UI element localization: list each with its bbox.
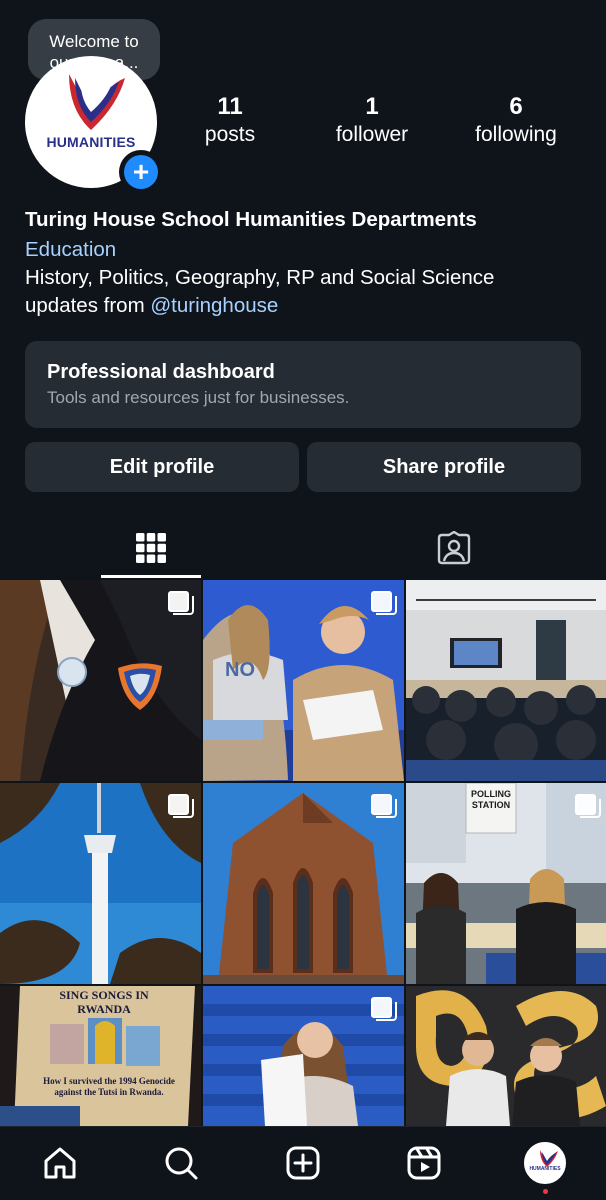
posts-label: posts — [204, 123, 256, 146]
profile-bio: Turing House School Humanities Departmen… — [25, 206, 585, 320]
home-icon — [44, 1147, 76, 1179]
dashboard-title: Professional dashboard — [47, 361, 275, 383]
post-tile-4[interactable] — [0, 783, 201, 984]
bottom-navigation-bar: HUMANITIES — [0, 1126, 606, 1200]
carousel-icon — [371, 794, 397, 818]
stat-following[interactable]: 6 following — [462, 93, 570, 149]
search-icon — [165, 1147, 198, 1180]
book-subtitle: How I survived the 1994 Genocide against… — [43, 1076, 175, 1097]
bio-mention-link[interactable]: @turinghouse — [150, 294, 278, 317]
gcse-balloons-image — [406, 986, 606, 1126]
following-label: following — [475, 123, 557, 146]
profile-name: Turing House School Humanities Departmen… — [25, 208, 477, 231]
post-tile-2[interactable]: NO — [203, 580, 404, 781]
post-tile-5[interactable] — [203, 783, 404, 984]
followers-count: 1 — [365, 93, 379, 120]
humanities-logo-icon — [540, 1150, 558, 1167]
avatar-label: HUMANITIES — [46, 134, 136, 150]
assembly-hall-image — [406, 580, 606, 781]
carousel-icon — [168, 591, 194, 615]
dashboard-subtitle: Tools and resources just for businesses. — [47, 388, 350, 407]
post-tile-7[interactable]: SING SONGS IN RWANDA How I survived the … — [0, 986, 201, 1126]
carousel-icon — [371, 591, 397, 615]
edit-profile-button[interactable]: Edit profile — [25, 442, 299, 492]
nav-home[interactable] — [38, 1141, 82, 1185]
nav-profile[interactable]: HUMANITIES — [523, 1141, 567, 1185]
carousel-icon — [575, 794, 601, 818]
nav-avatar-label: HUMANITIES — [529, 1166, 561, 1172]
posts-grid: NO POLLING STATION SING SONGS IN RWANDA … — [0, 580, 606, 1126]
notification-dot — [543, 1189, 548, 1194]
posts-count: 11 — [217, 93, 243, 120]
nav-search[interactable] — [159, 1141, 203, 1185]
nav-create[interactable] — [281, 1141, 325, 1185]
tagged-icon — [437, 531, 471, 565]
post-tile-9[interactable] — [406, 986, 606, 1126]
reels-icon — [407, 1146, 441, 1180]
bio-line-1: History, Politics, Geography, RP and Soc… — [25, 266, 495, 289]
svg-text:NO: NO — [225, 659, 255, 681]
stat-followers[interactable]: 1 follower — [322, 93, 422, 149]
plus-icon: + — [124, 155, 158, 189]
post-tile-3[interactable] — [406, 580, 606, 781]
nav-reels[interactable] — [402, 1141, 446, 1185]
create-icon — [286, 1146, 320, 1180]
share-profile-button[interactable]: Share profile — [307, 442, 581, 492]
profile-category[interactable]: Education — [25, 236, 585, 264]
stat-posts[interactable]: 11 posts — [190, 93, 270, 149]
post-tile-1[interactable] — [0, 580, 201, 781]
bio-line-2: updates from @turinghouse — [25, 292, 585, 320]
tab-posts-grid[interactable] — [101, 518, 201, 578]
nav-profile-avatar: HUMANITIES — [524, 1142, 566, 1184]
add-story-button[interactable]: + — [119, 150, 163, 194]
bio-line-2-prefix: updates from — [25, 294, 151, 317]
professional-dashboard-card[interactable]: Professional dashboard Tools and resourc… — [25, 341, 581, 428]
post-tile-6[interactable]: POLLING STATION — [406, 783, 606, 984]
followers-label: follower — [335, 123, 409, 146]
polling-sign-text: POLLING STATION — [471, 789, 511, 810]
post-tile-8[interactable] — [203, 986, 404, 1126]
following-count: 6 — [509, 93, 523, 120]
active-tab-indicator — [101, 575, 201, 578]
carousel-icon — [371, 997, 397, 1021]
grid-icon — [136, 533, 166, 563]
tab-tagged[interactable] — [404, 518, 504, 578]
carousel-icon — [168, 794, 194, 818]
book-title: SING SONGS IN RWANDA — [59, 988, 149, 1016]
